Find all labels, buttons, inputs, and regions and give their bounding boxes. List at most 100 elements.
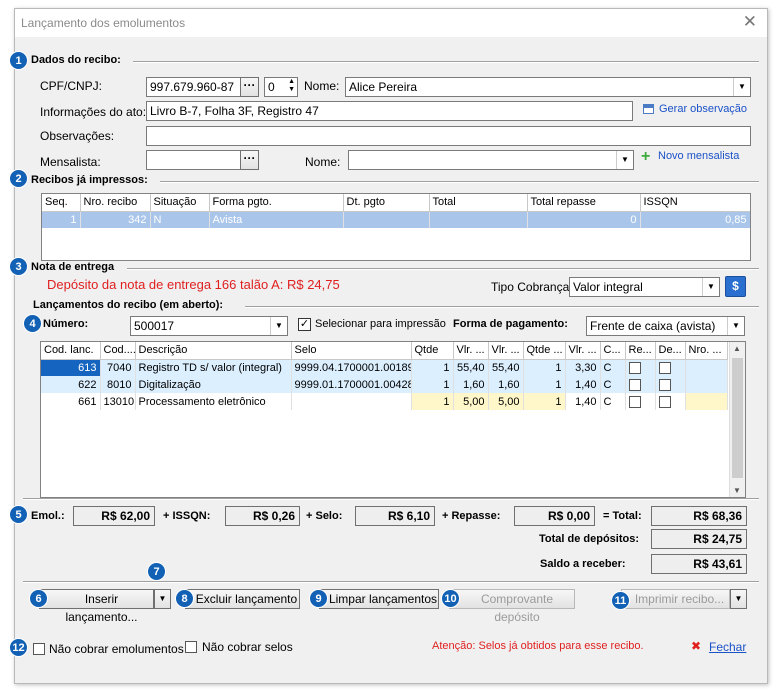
vertical-scrollbar[interactable]: ▲ ▼ — [729, 342, 745, 497]
cpf-input[interactable]: 997.679.960-87 — [146, 77, 254, 97]
numero-select[interactable]: 500017 ▼ — [130, 316, 288, 336]
scroll-up-icon[interactable]: ▲ — [733, 344, 741, 353]
column-header[interactable]: Seq. — [42, 194, 81, 212]
column-header[interactable]: Forma pgto. — [209, 194, 344, 212]
forma-pagamento-select[interactable]: Frente de caixa (avista) ▼ — [586, 316, 745, 336]
chevron-down-icon[interactable]: ▼ — [733, 78, 750, 96]
column-header[interactable]: Qtde — [411, 342, 454, 360]
column-header[interactable]: Qtde ... — [523, 342, 566, 360]
nao-cobrar-emolumentos-checkbox[interactable] — [33, 643, 45, 655]
table-cell — [625, 359, 656, 376]
close-icon[interactable]: ✖ — [691, 639, 701, 653]
tipo-cobranca-select[interactable]: Valor integral ▼ — [569, 277, 720, 297]
depositos-label: Total de depósitos: — [539, 533, 640, 545]
column-header[interactable]: Re... — [625, 342, 656, 360]
excluir-lancamento-button[interactable]: Excluir lançamento — [185, 589, 300, 609]
reter-checkbox[interactable] — [628, 378, 641, 391]
nao-cobrar-selos-label: Não cobrar selos — [202, 640, 293, 654]
step-badge-5: 5 — [9, 505, 28, 524]
column-header[interactable]: Dt. pgto — [343, 194, 430, 212]
table-cell: 1 — [523, 359, 566, 376]
table-row[interactable]: 1 342 N Avista 0 0,85 — [42, 211, 750, 228]
limpar-lancamentos-button[interactable]: Limpar lançamentos — [319, 589, 439, 609]
chevron-down-icon[interactable]: ▼ — [616, 151, 633, 169]
scroll-thumb[interactable] — [732, 358, 743, 478]
column-header[interactable]: Descrição — [135, 342, 292, 360]
spinner-arrows-icon[interactable]: ▲ ▼ — [288, 78, 295, 94]
observacoes-label: Observações: — [40, 129, 115, 143]
via-spinner[interactable]: 0 ▲ ▼ — [264, 77, 298, 97]
column-header[interactable]: ISSQN — [640, 194, 750, 212]
lancamentos-grid[interactable]: Cod. lanc. Cod.... Descrição Selo Qtde V… — [40, 341, 746, 498]
table-row[interactable]: 613 7040 Registro TD s/ valor (integral)… — [41, 359, 728, 376]
column-header[interactable]: Situação — [150, 194, 210, 212]
cpf-lookup-button[interactable]: ··· — [240, 77, 259, 97]
table-cell: 5,00 — [488, 393, 524, 410]
table-cell: 13010 — [100, 393, 136, 410]
selo-label: + Selo: — [306, 510, 343, 522]
nome2-label: Nome: — [305, 155, 341, 169]
chevron-down-icon[interactable]: ▼ — [727, 317, 744, 335]
desconto-checkbox[interactable] — [658, 361, 671, 374]
desconto-checkbox[interactable] — [658, 378, 671, 391]
column-header[interactable]: Cod.... — [100, 342, 136, 360]
mensalista-nome-select[interactable]: ▼ — [348, 150, 634, 170]
gerar-observacao-link[interactable]: Gerar observação — [659, 103, 747, 115]
column-header[interactable]: Total repasse — [527, 194, 641, 212]
inserir-lancamento-button[interactable]: Inserir lançamento... — [39, 589, 154, 624]
mensalista-lookup-button[interactable]: ··· — [240, 150, 259, 170]
chevron-down-icon[interactable]: ▼ — [270, 317, 287, 335]
column-header[interactable]: Total — [429, 194, 528, 212]
table-row[interactable]: 622 8010 Digitalização 9999.01.1700001.0… — [41, 376, 728, 393]
column-header[interactable]: Vlr. ... — [488, 342, 524, 360]
comprovante-deposito-button[interactable]: Comprovante depósito — [449, 589, 575, 624]
table-row[interactable]: 661 13010 Processamento eletrônico 1 5,0… — [41, 393, 728, 410]
section-divider — [23, 498, 759, 500]
novo-mensalista-link[interactable]: Novo mensalista — [658, 150, 739, 162]
column-header[interactable]: Selo — [291, 342, 412, 360]
column-header[interactable]: Vlr. ... — [565, 342, 601, 360]
nota-deposito-message: Depósito da nota de entrega 166 talão A:… — [47, 277, 340, 292]
inserir-options-button[interactable]: ▼ — [154, 589, 171, 609]
notes-icon[interactable] — [643, 104, 654, 114]
table-cell: 8010 — [100, 376, 136, 393]
table-cell — [655, 376, 686, 393]
observacoes-input[interactable] — [146, 126, 751, 146]
imprimir-options-button[interactable]: ▼ — [730, 589, 747, 609]
table-cell: 1,60 — [488, 376, 524, 393]
desconto-checkbox[interactable] — [658, 395, 671, 408]
column-header[interactable]: De... — [655, 342, 686, 360]
recibos-grid[interactable]: Seq. Nro. recibo Situação Forma pgto. Dt… — [41, 193, 751, 261]
section-divider — [160, 181, 759, 183]
dollar-icon[interactable]: $ — [725, 276, 746, 297]
table-cell: 613 — [41, 359, 101, 376]
imprimir-recibo-button[interactable]: Imprimir recibo... — [621, 589, 730, 609]
mensalista-label: Mensalista: — [40, 155, 101, 169]
issqn-value: R$ 0,26 — [225, 506, 300, 526]
plus-icon[interactable]: + — [641, 148, 650, 166]
column-header[interactable]: C... — [600, 342, 626, 360]
column-header[interactable]: Nro. ... — [685, 342, 728, 360]
reter-checkbox[interactable] — [628, 395, 641, 408]
via-spinner-value: 0 — [268, 80, 275, 94]
mensalista-input[interactable] — [146, 150, 242, 170]
column-header[interactable]: Vlr. ... — [453, 342, 489, 360]
nao-cobrar-selos-checkbox[interactable] — [185, 641, 197, 653]
selecionar-checkbox[interactable]: ✓ — [298, 318, 311, 331]
step-badge-7: 7 — [147, 562, 166, 581]
table-cell: Digitalização — [135, 376, 292, 393]
tipo-cobranca-label: Tipo Cobrança: — [491, 280, 573, 294]
reter-checkbox[interactable] — [628, 361, 641, 374]
nome-select[interactable]: Alice Pereira ▼ — [345, 77, 751, 97]
info-ato-input[interactable]: Livro B-7, Folha 3F, Registro 47 — [146, 101, 633, 121]
fechar-button[interactable]: Fechar — [709, 640, 746, 654]
scroll-down-icon[interactable]: ▼ — [733, 486, 741, 495]
close-icon[interactable]: ✕ — [743, 12, 757, 32]
table-cell: 9999.01.1700001.00428 — [291, 376, 412, 393]
column-header[interactable]: Nro. recibo — [80, 194, 151, 212]
emol-value: R$ 62,00 — [73, 506, 155, 526]
column-header[interactable]: Cod. lanc. — [41, 342, 101, 360]
chevron-down-icon[interactable]: ▼ — [702, 278, 719, 296]
table-cell — [291, 393, 412, 410]
step-badge-8: 8 — [175, 589, 194, 608]
